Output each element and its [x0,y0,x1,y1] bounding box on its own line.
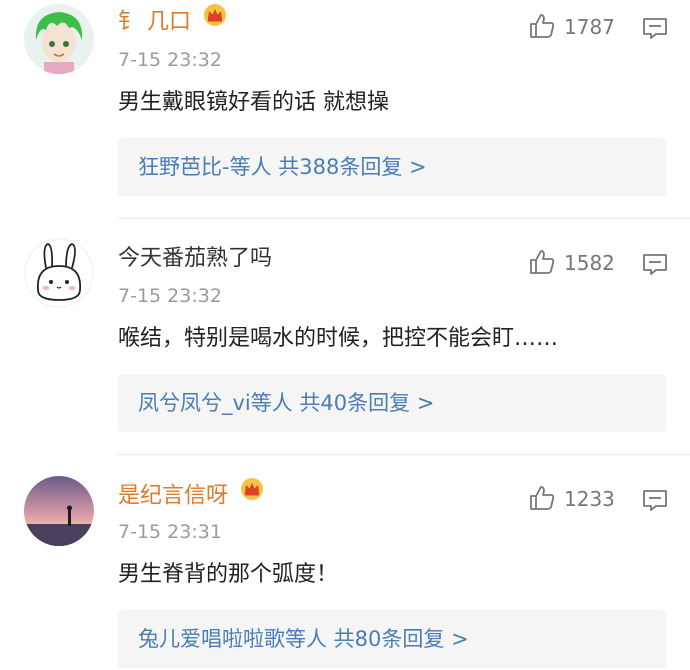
replies-link[interactable]: 兔儿爱唱啦啦歌等人 共80条回复 > [138,624,469,654]
timestamp: 7-15 23:32 [118,49,222,71]
comment-item: 今天番茄熟了吗 7-15 23:32 1582 喉结，特别是喝水的时候，把控不能… [0,220,690,456]
divider [118,218,690,219]
replies-preview[interactable]: 兔儿爱唱啦啦歌等人 共80条回复 > [118,610,666,668]
crown-icon [202,3,228,36]
like-count: 1233 [564,487,615,511]
avatar[interactable] [24,476,94,546]
replies-link[interactable]: 狂野芭比-等人 共388条回复 > [138,152,427,182]
replies-link[interactable]: 凤兮凤兮_vi等人 共40条回复 > [138,388,434,418]
timestamp: 7-15 23:32 [118,285,222,307]
comment-icon[interactable] [642,488,668,512]
crown-icon [239,477,265,510]
username-text[interactable]: 是纪言信呀 [118,484,228,509]
like-count: 1787 [564,15,615,39]
username[interactable]: 钅 几口 [118,3,228,39]
comment-text: 喉结，特别是喝水的时候，把控不能会盯…… [118,326,559,351]
username-text[interactable]: 钅 几口 [118,10,191,35]
comment-icon[interactable] [642,252,668,276]
avatar[interactable] [24,238,94,308]
comment-item: 钅 几口 7-15 23:32 1787 男生戴眼镜好看的话 就想操 狂野芭比-… [0,0,690,220]
comment-icon[interactable] [642,16,668,40]
username[interactable]: 今天番茄熟了吗 [118,244,272,274]
divider [118,454,690,455]
thumbs-up-icon[interactable] [528,248,556,276]
comment-text: 男生脊背的那个弧度！ [118,562,339,587]
username-text[interactable]: 今天番茄熟了吗 [118,246,272,271]
like-count: 1582 [564,251,615,275]
avatar[interactable] [24,4,94,74]
comment-item: 是纪言信呀 7-15 23:31 1233 男生脊背的那个弧度！ 兔儿爱唱啦啦歌… [0,456,690,670]
username[interactable]: 是纪言信呀 [118,477,265,513]
thumbs-up-icon[interactable] [528,484,556,512]
timestamp: 7-15 23:31 [118,521,222,543]
comment-text: 男生戴眼镜好看的话 就想操 [118,90,389,115]
replies-preview[interactable]: 凤兮凤兮_vi等人 共40条回复 > [118,374,666,432]
replies-preview[interactable]: 狂野芭比-等人 共388条回复 > [118,138,666,196]
thumbs-up-icon[interactable] [528,12,556,40]
